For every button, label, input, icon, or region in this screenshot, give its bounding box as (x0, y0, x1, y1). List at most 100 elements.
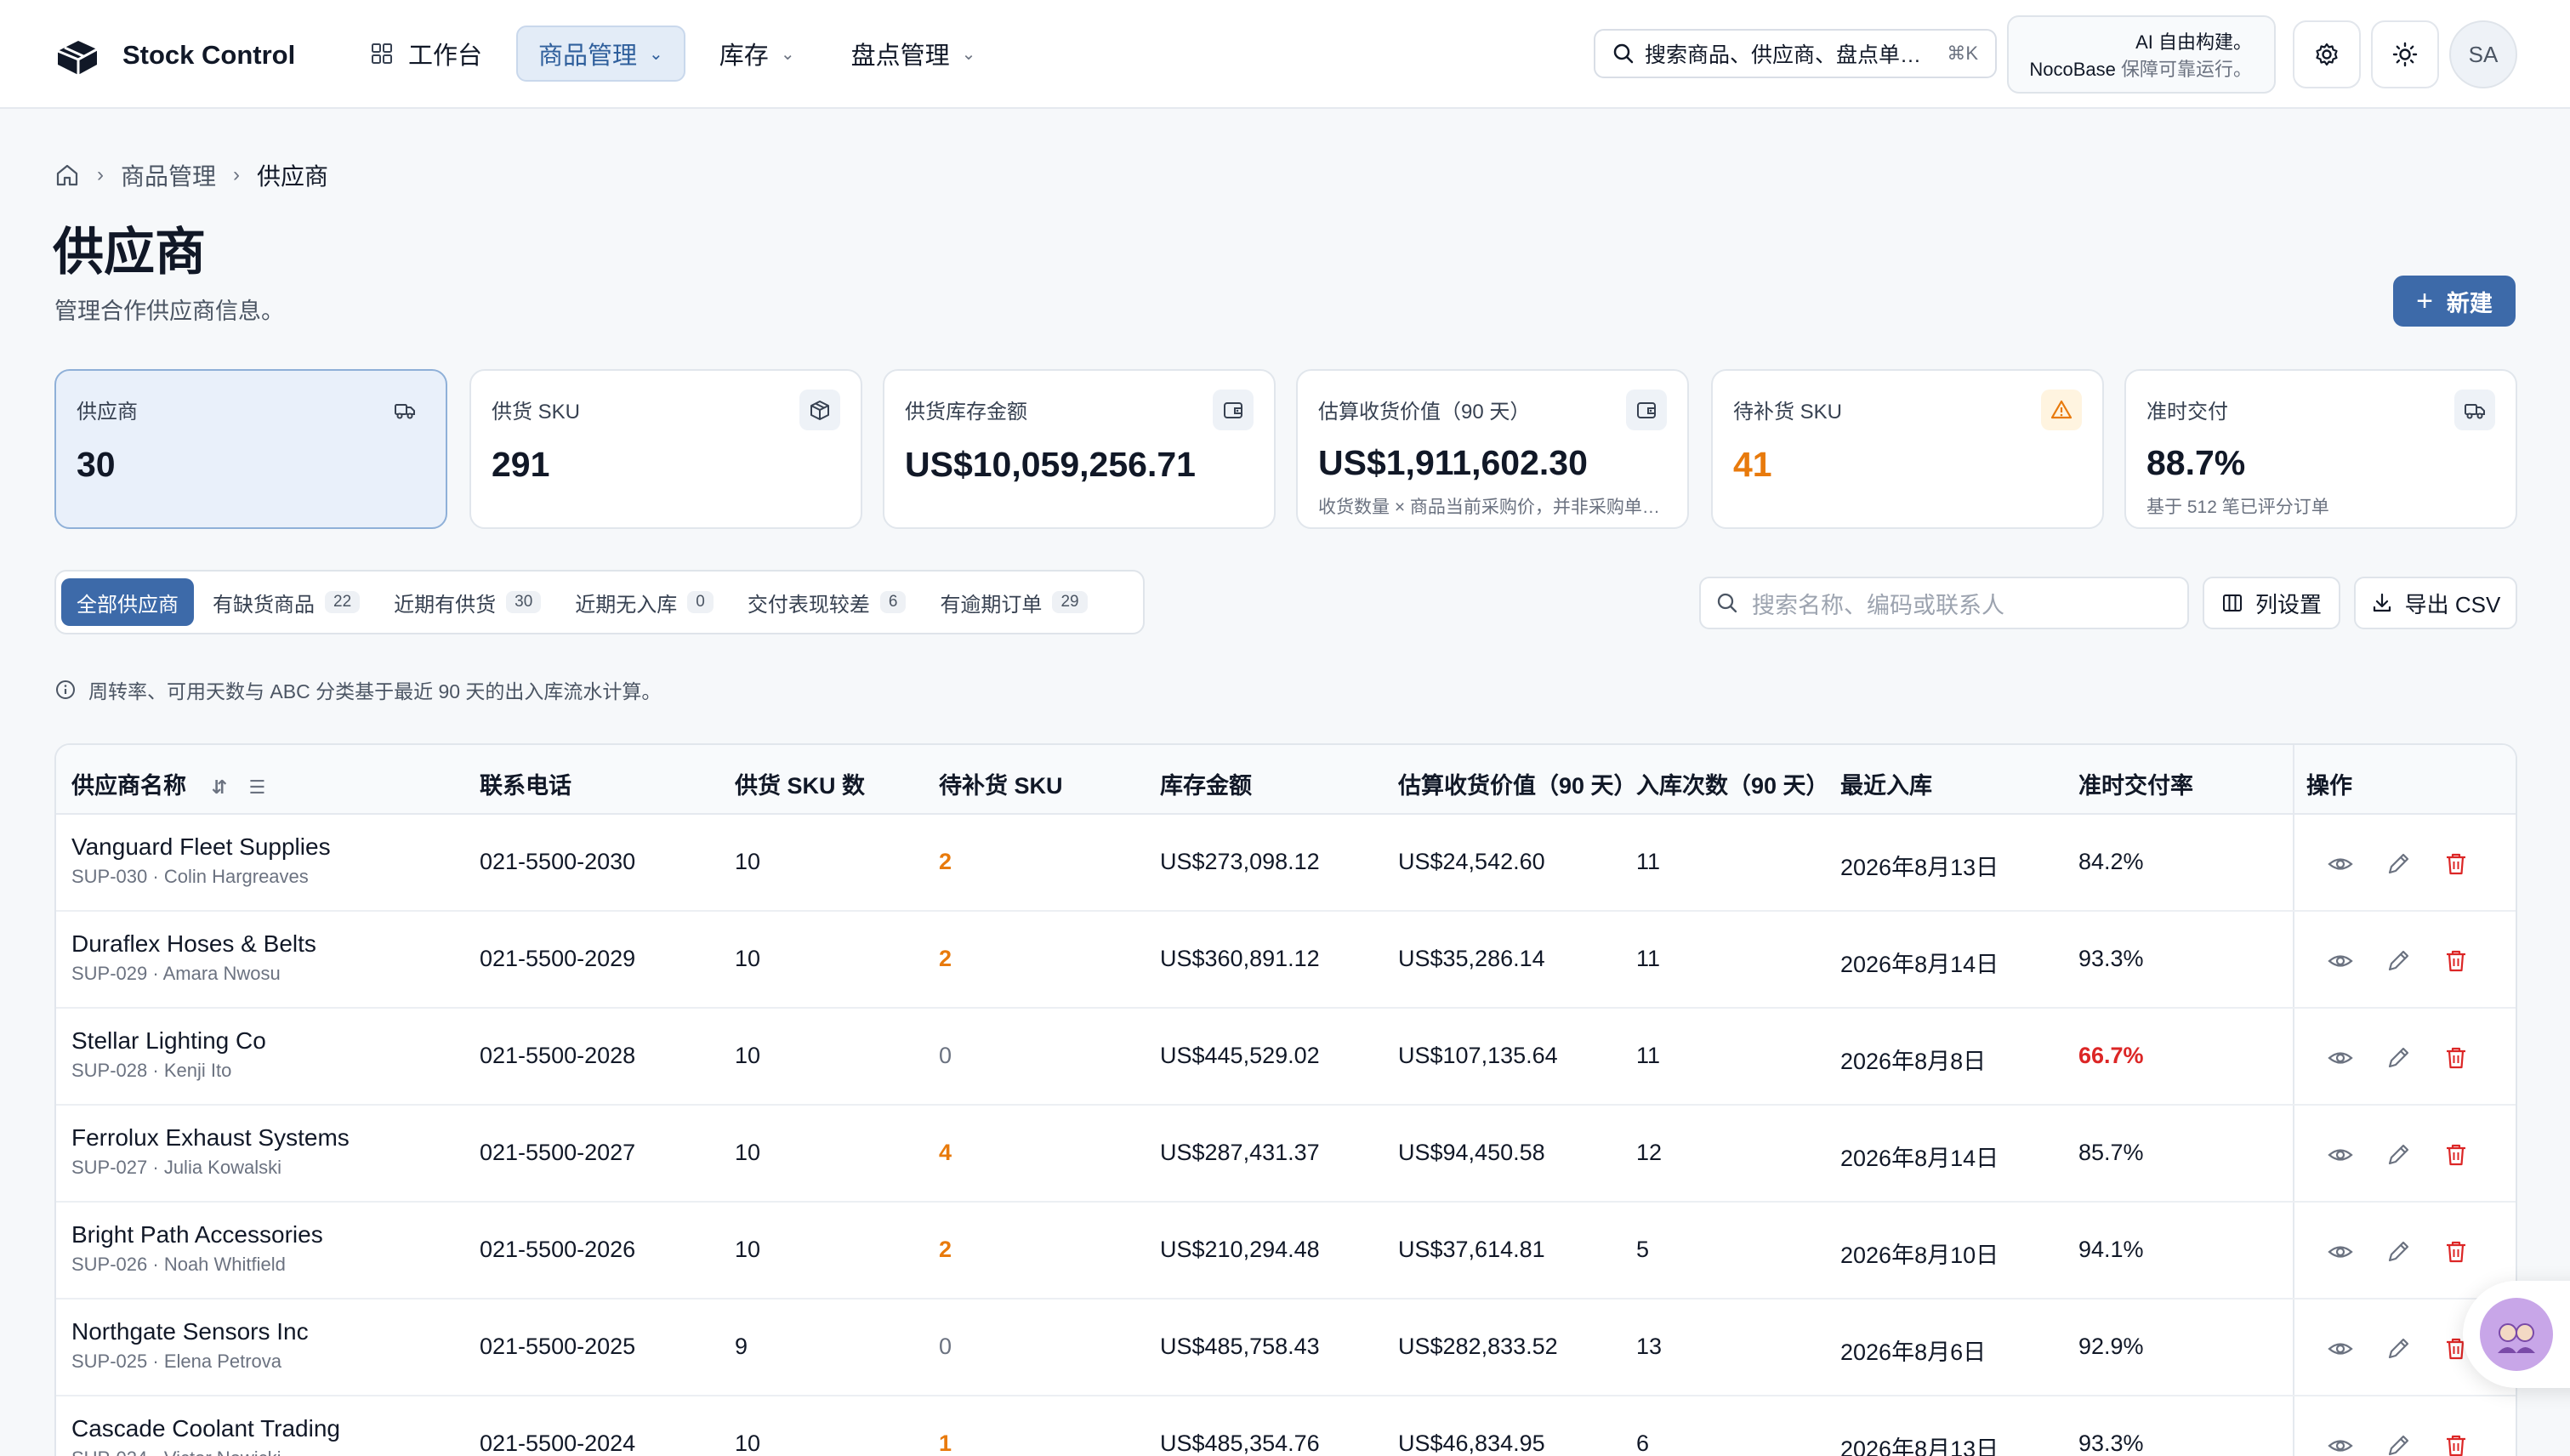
supplier-name-cell[interactable]: Stellar Lighting Co SUP-028 · Kenji Ito (71, 1027, 266, 1082)
trash-icon[interactable] (2439, 1429, 2473, 1456)
trash-icon[interactable] (2439, 847, 2473, 881)
col-header-restock[interactable]: 待补货 SKU (939, 767, 1063, 800)
new-supplier-button[interactable]: + 新建 (2393, 276, 2516, 327)
table-row[interactable]: Cascade Coolant Trading SUP-024 · Victor … (56, 1396, 2516, 1456)
table-row[interactable]: Duraflex Hoses & Belts SUP-029 · Amara Nw… (56, 912, 2516, 1009)
trash-icon[interactable] (2439, 1041, 2473, 1075)
col-header-name[interactable]: 供应商名称 ⇵ ☰ (71, 767, 265, 800)
col-header-on-time[interactable]: 准时交付率 (2078, 767, 2193, 800)
nav-stocktake[interactable]: 盘点管理 ⌄ (829, 26, 998, 82)
stat-subtext: 基于 512 笔已评分订单 (2146, 498, 2329, 517)
supplier-name-cell[interactable]: Vanguard Fleet Supplies SUP-030 · Colin H… (71, 833, 331, 888)
inbound-count-cell: 6 (1636, 1430, 1650, 1456)
supplier-name[interactable]: Ferrolux Exhaust Systems (71, 1124, 350, 1152)
edit-icon[interactable] (2381, 1235, 2415, 1269)
eye-icon[interactable] (2323, 847, 2357, 881)
supplier-name-cell[interactable]: Bright Path Accessories SUP-026 · Noah Wh… (71, 1221, 323, 1276)
stat-card-suppliers[interactable]: 供应商 30 (54, 369, 447, 529)
receipt-value-cell: US$24,542.60 (1398, 849, 1545, 874)
col-header-receipt-value[interactable]: 估算收货价值（90 天） (1398, 767, 1637, 800)
inbound-count-cell: 13 (1636, 1334, 1663, 1359)
col-header-last-inbound[interactable]: 最近入库 (1840, 767, 1932, 800)
export-csv-button[interactable]: 导出 CSV (2354, 577, 2517, 629)
filter-tab-all[interactable]: 全部供应商 (61, 578, 194, 626)
supplier-name[interactable]: Duraflex Hoses & Belts (71, 930, 316, 958)
stat-card-receipt-value[interactable]: 估算收货价值（90 天） US$1,911,602.30 收货数量 × 商品当前… (1296, 369, 1689, 529)
global-search[interactable]: 搜索商品、供应商、盘点单… ⌘K (1594, 29, 1997, 78)
breadcrumb-product-management[interactable]: 商品管理 (121, 158, 216, 192)
edit-icon[interactable] (2381, 1041, 2415, 1075)
home-icon[interactable] (54, 162, 80, 188)
nav-workbench[interactable]: 工作台 (349, 26, 504, 82)
stat-card-restock-sku[interactable]: 待补货 SKU 41 (1711, 369, 2104, 529)
col-header-stock-value[interactable]: 库存金额 (1160, 767, 1252, 800)
stat-card-supply-sku[interactable]: 供货 SKU 291 (469, 369, 862, 529)
trash-icon[interactable] (2439, 944, 2473, 978)
filter-tab-no-inbound[interactable]: 近期无入库 0 (560, 578, 729, 626)
filter-icon[interactable]: ☰ (248, 776, 265, 798)
trash-icon[interactable] (2439, 1235, 2473, 1269)
ai-assistant-button[interactable] (2463, 1281, 2570, 1388)
eye-icon[interactable] (2323, 1429, 2357, 1456)
ai-banner[interactable]: AI 自由构建。 NocoBase 保障可靠运行。 (2007, 15, 2276, 94)
column-settings-button[interactable]: 列设置 (2203, 577, 2340, 629)
receipt-value-cell: US$35,286.14 (1398, 946, 1545, 971)
top-bar: Stock Control 工作台 商品管理 ⌄ 库存 ⌄ 盘点管理 ⌄ 搜索商… (0, 0, 2570, 109)
grid-icon (372, 43, 392, 64)
sort-icon[interactable]: ⇵ (212, 776, 227, 798)
table-row[interactable]: Vanguard Fleet Supplies SUP-030 · Colin H… (56, 815, 2516, 912)
filter-tab-poor-delivery[interactable]: 交付表现较差 6 (732, 578, 922, 626)
table-row[interactable]: Northgate Sensors Inc SUP-025 · Elena Pet… (56, 1300, 2516, 1396)
edit-icon[interactable] (2381, 1332, 2415, 1366)
stat-card-on-time[interactable]: 准时交付 88.7% 基于 512 笔已评分订单 (2124, 369, 2517, 529)
eye-icon[interactable] (2323, 1041, 2357, 1075)
theme-toggle-button[interactable] (2371, 20, 2439, 88)
row-actions (2323, 1138, 2497, 1172)
eye-icon[interactable] (2323, 944, 2357, 978)
supplier-name-cell[interactable]: Ferrolux Exhaust Systems SUP-027 · Julia … (71, 1124, 350, 1179)
supplier-name-cell[interactable]: Northgate Sensors Inc SUP-025 · Elena Pet… (71, 1318, 309, 1373)
table-row[interactable]: Ferrolux Exhaust Systems SUP-027 · Julia … (56, 1106, 2516, 1203)
eye-icon[interactable] (2323, 1235, 2357, 1269)
phone-cell: 021-5500-2030 (480, 849, 636, 874)
col-header-sku[interactable]: 供货 SKU 数 (735, 767, 865, 800)
edit-icon[interactable] (2381, 847, 2415, 881)
edit-icon[interactable] (2381, 1138, 2415, 1172)
phone-cell: 021-5500-2027 (480, 1140, 636, 1165)
on-time-rate-cell: 93.3% (2078, 946, 2144, 971)
filter-tab-count: 6 (879, 591, 907, 613)
supplier-name[interactable]: Cascade Coolant Trading (71, 1415, 340, 1442)
filter-tab-out-of-stock[interactable]: 有缺货商品 22 (197, 578, 375, 626)
settings-button[interactable] (2293, 20, 2361, 88)
supplier-name-cell[interactable]: Cascade Coolant Trading SUP-024 · Victor … (71, 1415, 340, 1456)
filter-tab-recent-supply[interactable]: 近期有供货 30 (378, 578, 556, 626)
table-search-input[interactable]: 搜索名称、编码或联系人 (1699, 577, 2189, 629)
nav-inventory[interactable]: 库存 ⌄ (697, 26, 817, 82)
col-header-phone[interactable]: 联系电话 (480, 767, 571, 800)
phone-cell: 021-5500-2024 (480, 1430, 636, 1456)
nav-product-management[interactable]: 商品管理 ⌄ (516, 26, 685, 82)
filter-tab-count: 0 (687, 591, 714, 613)
on-time-rate-cell: 84.2% (2078, 849, 2144, 874)
supplier-name[interactable]: Vanguard Fleet Supplies (71, 833, 331, 861)
table-row[interactable]: Bright Path Accessories SUP-026 · Noah Wh… (56, 1203, 2516, 1300)
eye-icon[interactable] (2323, 1332, 2357, 1366)
supplier-name-cell[interactable]: Duraflex Hoses & Belts SUP-029 · Amara Nw… (71, 930, 316, 985)
stat-card-stock-value[interactable]: 供货库存金额 US$10,059,256.71 (883, 369, 1276, 529)
supplier-name[interactable]: Stellar Lighting Co (71, 1027, 266, 1055)
col-header-inbound-count[interactable]: 入库次数（90 天） (1636, 767, 1829, 800)
trash-icon[interactable] (2439, 1138, 2473, 1172)
edit-icon[interactable] (2381, 1429, 2415, 1456)
supplier-name[interactable]: Bright Path Accessories (71, 1221, 323, 1248)
brand[interactable]: Stock Control (53, 31, 295, 80)
supplier-name[interactable]: Northgate Sensors Inc (71, 1318, 309, 1345)
receipt-value-cell: US$37,614.81 (1398, 1237, 1545, 1262)
ai-banner-line2: NocoBase 保障可靠运行。 (2009, 56, 2252, 83)
user-avatar[interactable]: SA (2449, 20, 2517, 88)
edit-icon[interactable] (2381, 944, 2415, 978)
filter-tab-overdue[interactable]: 有逾期订单 29 (924, 578, 1102, 626)
eye-icon[interactable] (2323, 1138, 2357, 1172)
stock-value-cell: US$485,758.43 (1160, 1334, 1320, 1359)
table-header: 供应商名称 ⇵ ☰ 联系电话 供货 SKU 数 待补货 SKU 库存金额 估算收… (56, 745, 2516, 815)
table-row[interactable]: Stellar Lighting Co SUP-028 · Kenji Ito 02… (56, 1009, 2516, 1106)
